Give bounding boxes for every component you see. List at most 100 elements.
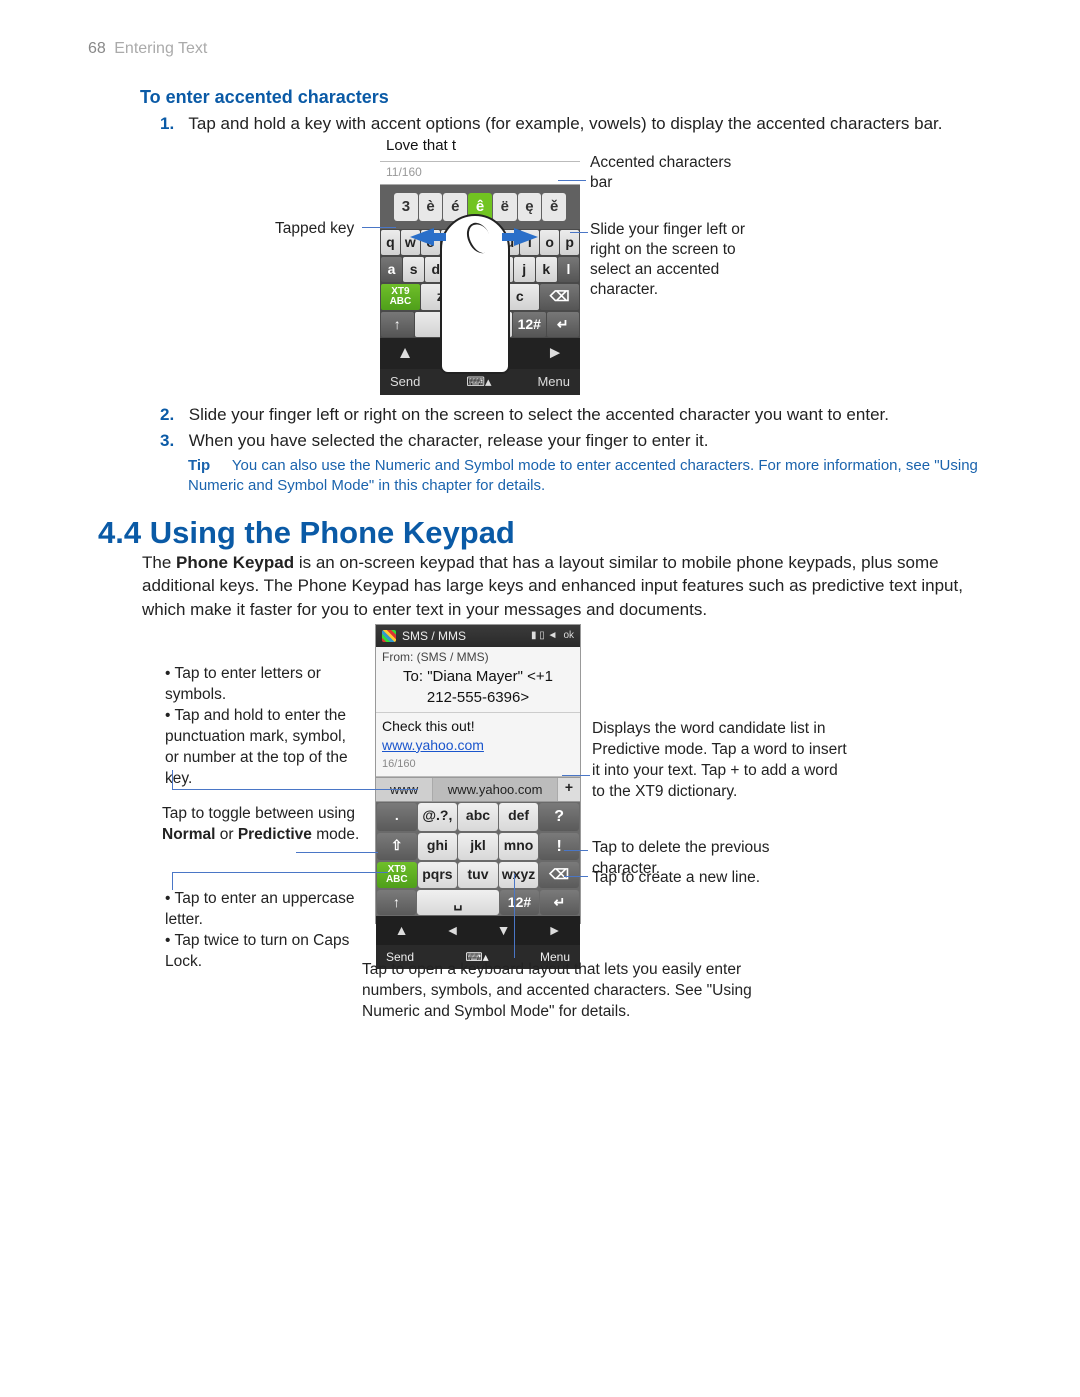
app-title: SMS / MMS bbox=[402, 628, 466, 644]
pk-row: ⇧ ghi jkl mno ! bbox=[376, 832, 580, 862]
callout-left-1: • Tap to enter letters or symbols. • Tap… bbox=[165, 664, 360, 790]
step-3-text: When you have selected the character, re… bbox=[189, 431, 709, 450]
kb-key: o bbox=[540, 230, 559, 255]
page-section: Entering Text bbox=[114, 40, 207, 57]
left-icon: ◄ bbox=[427, 916, 478, 945]
pk-key: ? bbox=[539, 803, 579, 831]
to-field-2: 212-555-6396> bbox=[376, 688, 580, 713]
step-3-number: 3. bbox=[160, 430, 184, 453]
char-counter: 16/160 bbox=[376, 755, 580, 777]
kb-key: p bbox=[560, 230, 579, 255]
start-icon bbox=[382, 630, 396, 642]
accent-key: ę bbox=[518, 193, 542, 221]
callout-line bbox=[564, 876, 588, 877]
kb-key: j bbox=[514, 257, 535, 282]
accent-key: è bbox=[419, 193, 443, 221]
signal-icon: ▮ ▯ ◄ bbox=[531, 629, 557, 643]
shift-icon: ↑ bbox=[381, 312, 414, 337]
page-number: 68 bbox=[88, 40, 106, 57]
shift-icon: ⇧ bbox=[377, 833, 417, 861]
section-heading-4-4: 4.4 Using the Phone Keypad bbox=[98, 512, 515, 554]
numsym-key: 12# bbox=[513, 312, 546, 337]
page-header: 68 Entering Text bbox=[88, 38, 207, 60]
keyboard-icon: ⌨▴ bbox=[466, 373, 491, 391]
pk-key: ! bbox=[539, 833, 579, 861]
callout-line bbox=[570, 232, 588, 233]
from-field: From: (SMS / MMS) bbox=[376, 647, 580, 667]
enter-icon: ↵ bbox=[540, 890, 579, 915]
message-text: Check this out! bbox=[376, 713, 580, 736]
menu-label: Menu bbox=[537, 373, 570, 391]
callout-bottom: Tap to open a keyboard layout that lets … bbox=[362, 960, 782, 1023]
step-2-text: Slide your finger left or right on the s… bbox=[189, 405, 889, 424]
candidate-word-selected: www.yahoo.com bbox=[433, 778, 558, 802]
callout-slide: Slide your finger left or right on the s… bbox=[590, 220, 770, 301]
step-2-number: 2. bbox=[160, 404, 184, 427]
step-3: 3. When you have selected the character,… bbox=[160, 430, 980, 453]
pk-key: tuv bbox=[458, 862, 498, 888]
xt9-key: XT9ABC bbox=[377, 862, 417, 888]
step-2: 2. Slide your finger left or right on th… bbox=[160, 404, 980, 427]
tip-row: Tip You can also use the Numeric and Sym… bbox=[188, 456, 978, 497]
callout-accent-bar: Accented characters bar bbox=[590, 153, 750, 193]
callout-line bbox=[362, 227, 396, 228]
step-1-text: Tap and hold a key with accent options (… bbox=[188, 114, 942, 133]
pk-key: @.?, bbox=[418, 803, 458, 831]
accent-key: ë bbox=[493, 193, 517, 221]
numsym-key: 12# bbox=[500, 890, 539, 915]
right-icon: ► bbox=[529, 916, 580, 945]
callout-line bbox=[296, 852, 378, 853]
arrow-left-icon bbox=[410, 228, 434, 246]
down-icon: ▼ bbox=[478, 916, 529, 945]
kb-key: q bbox=[381, 230, 400, 255]
xt9-key: XT9ABC bbox=[381, 284, 420, 310]
pk-key: pqrs bbox=[418, 862, 458, 888]
callout-line bbox=[172, 789, 418, 790]
message-link: www.yahoo.com bbox=[376, 736, 580, 755]
callout-line bbox=[172, 872, 388, 873]
kb-key: a bbox=[381, 257, 402, 282]
ok-label: ok bbox=[563, 629, 574, 643]
step-1: 1. Tap and hold a key with accent option… bbox=[160, 113, 970, 136]
space-key: ␣ bbox=[417, 890, 499, 915]
plus-icon: + bbox=[558, 778, 580, 802]
callout-left-2: Tap to toggle between using Normal or Pr… bbox=[162, 804, 372, 846]
phone-keypad-figure: SMS / MMS ▮ ▯ ◄ ok From: (SMS / MMS) To:… bbox=[375, 624, 581, 924]
pk-key: . bbox=[377, 803, 417, 831]
phone-keypad-intro: The Phone Keypad is an on-screen keypad … bbox=[142, 551, 977, 621]
finger-icon bbox=[440, 214, 510, 374]
kb-key: k bbox=[536, 257, 557, 282]
tip-label: Tip bbox=[188, 456, 228, 476]
step-1-number: 1. bbox=[160, 113, 184, 136]
callout-line bbox=[564, 850, 588, 851]
pk-key: ghi bbox=[418, 833, 458, 861]
callout-left-3: • Tap to enter an uppercase letter. • Ta… bbox=[165, 889, 365, 973]
callout-line bbox=[562, 775, 590, 776]
pk-row: . @.?, abc def ? bbox=[376, 802, 580, 832]
qwerty-counter: 11/160 bbox=[380, 162, 580, 185]
callout-right-3: Tap to create a new line. bbox=[592, 868, 832, 889]
titlebar: SMS / MMS ▮ ▯ ◄ ok bbox=[376, 625, 580, 647]
backspace-icon: ⌫ bbox=[540, 284, 579, 310]
accent-key: 3 bbox=[394, 193, 418, 221]
enter-icon: ↵ bbox=[547, 312, 580, 337]
tip-text: You can also use the Numeric and Symbol … bbox=[188, 457, 978, 494]
kb-key: l bbox=[558, 257, 579, 282]
right-icon: ► bbox=[530, 338, 580, 369]
pk-key: mno bbox=[499, 833, 539, 861]
pk-key: def bbox=[499, 803, 539, 831]
callout-line bbox=[172, 872, 173, 890]
callout-line bbox=[172, 770, 173, 790]
up-icon: ▲ bbox=[380, 338, 430, 369]
qwerty-figure: Love that t 11/160 3 è é ê ë ę ě q w e r… bbox=[380, 134, 580, 392]
qwerty-input: Love that t bbox=[380, 134, 580, 162]
pk-key: wxyz bbox=[499, 862, 539, 888]
shift-icon: ↑ bbox=[377, 890, 416, 915]
pk-key: abc bbox=[458, 803, 498, 831]
callout-line bbox=[514, 874, 515, 958]
callout-tapped-key: Tapped key bbox=[275, 219, 354, 239]
pk-row: XT9ABC pqrs tuv wxyz ⌫ bbox=[376, 861, 580, 889]
send-label: Send bbox=[390, 373, 420, 391]
pk-nav: ▲ ◄ ▼ ► bbox=[376, 916, 580, 945]
accent-key: ě bbox=[542, 193, 566, 221]
